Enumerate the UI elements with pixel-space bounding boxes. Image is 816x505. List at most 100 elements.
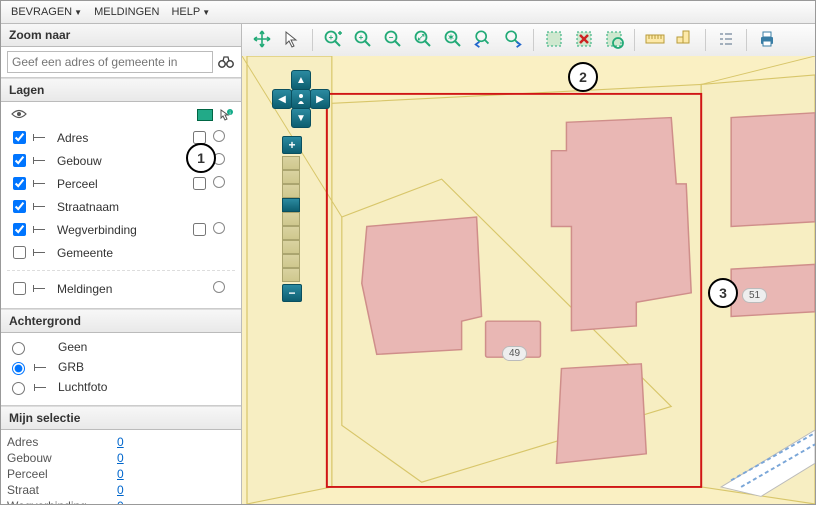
address-label: 51: [742, 288, 767, 303]
zoom-in-plus-button[interactable]: +: [319, 26, 347, 54]
select-add-icon: [604, 29, 624, 52]
layer-label: Straatnaam: [55, 195, 187, 218]
selection-row: Perceel0: [7, 466, 235, 482]
pan-up-button[interactable]: ▲: [291, 70, 311, 90]
layer-label: Wegverbinding: [55, 218, 187, 241]
layer-label: Adres: [55, 126, 187, 149]
layer-row-meldingen: Meldingen: [7, 277, 235, 300]
selection-label: Wegverbinding: [7, 499, 117, 505]
select-remove-button[interactable]: [570, 26, 598, 54]
layer-type-icon: [33, 178, 47, 188]
bg-label: Geen: [58, 340, 87, 354]
zoom-fit-button[interactable]: ⤢: [409, 26, 437, 54]
pointer-button[interactable]: [278, 26, 306, 54]
zoom-step[interactable]: [282, 212, 300, 226]
selection-row: Adres0: [7, 434, 235, 450]
move-icon: [252, 29, 272, 52]
layer-vis-checkbox[interactable]: [13, 177, 26, 190]
measure-area-button[interactable]: [671, 26, 699, 54]
layer-vis-checkbox[interactable]: [13, 154, 26, 167]
legend-icon: [717, 30, 735, 51]
menu-help[interactable]: HELP▼: [167, 4, 214, 20]
selection-count-link[interactable]: 0: [117, 435, 124, 449]
layer-vis-checkbox[interactable]: [13, 200, 26, 213]
selection-count-link[interactable]: 0: [117, 451, 124, 465]
zoom-out-icon: −: [383, 29, 403, 52]
map-toolbar: ++−⤢✶: [242, 24, 815, 57]
zoom-step[interactable]: [282, 226, 300, 240]
pan-right-button[interactable]: ▶: [310, 89, 330, 109]
selection-label: Adres: [7, 435, 117, 449]
pan-center-button[interactable]: [291, 89, 311, 109]
layer-label: Gemeente: [55, 241, 187, 264]
layer-label: Meldingen: [55, 277, 187, 300]
select-rect-icon: [544, 29, 564, 52]
zoom-out-button[interactable]: −: [282, 284, 302, 302]
svg-text:+: +: [329, 33, 334, 42]
selection-count-link[interactable]: 0: [117, 483, 124, 497]
layer-info-radio[interactable]: [213, 176, 225, 188]
selection-count-link[interactable]: 0: [117, 467, 124, 481]
menu-meldingen[interactable]: MELDINGEN: [90, 4, 163, 20]
menu-bevragen[interactable]: BEVRAGEN▼: [7, 4, 86, 20]
zoom-step[interactable]: [282, 254, 300, 268]
selection-count-link[interactable]: 0: [117, 499, 124, 505]
svg-text:✶: ✶: [448, 33, 455, 42]
layer-vis-checkbox[interactable]: [13, 131, 26, 144]
callout-2: 2: [568, 62, 598, 92]
zoom-step[interactable]: [282, 268, 300, 282]
select-add-button[interactable]: [600, 26, 628, 54]
bg-radio[interactable]: [12, 382, 25, 395]
address-label: 49: [502, 346, 527, 361]
selection-label: Perceel: [7, 467, 117, 481]
layer-type-icon: [33, 155, 47, 165]
layer-info-radio[interactable]: [213, 281, 225, 293]
bg-option[interactable]: GRB: [7, 357, 235, 377]
legend-button[interactable]: [712, 26, 740, 54]
layer-type-icon: [33, 247, 47, 257]
bg-radio[interactable]: [12, 342, 25, 355]
pan-left-button[interactable]: ◀: [272, 89, 292, 109]
zoom-step[interactable]: [282, 240, 300, 254]
layer-row: Gemeente: [7, 241, 235, 264]
print-button[interactable]: [753, 26, 781, 54]
zoom-in-button[interactable]: +: [282, 136, 302, 154]
search-input[interactable]: [7, 51, 213, 73]
layer-style-checkbox[interactable]: [193, 223, 206, 236]
layer-label: Perceel: [55, 172, 187, 195]
zoom-header: Zoom naar: [1, 24, 241, 47]
svg-text:i: i: [229, 111, 230, 117]
nav-pad: ▲ ▼ ◀ ▶: [272, 70, 328, 126]
zoom-step[interactable]: [282, 198, 300, 212]
zoom-in-icon: +: [353, 29, 373, 52]
zoom-step[interactable]: [282, 156, 300, 170]
measure-line-button[interactable]: [641, 26, 669, 54]
zoom-prev-icon: [473, 29, 493, 52]
zoom-out-button[interactable]: −: [379, 26, 407, 54]
bg-option[interactable]: Luchtfoto: [7, 377, 235, 397]
layer-info-radio[interactable]: [213, 130, 225, 142]
zoom-in-button[interactable]: +: [349, 26, 377, 54]
selection-row: Wegverbinding0: [7, 498, 235, 505]
layer-style-checkbox[interactable]: [193, 177, 206, 190]
selection-row: Straat0: [7, 482, 235, 498]
select-rect-button[interactable]: [540, 26, 568, 54]
move-button[interactable]: [248, 26, 276, 54]
layer-vis-checkbox[interactable]: [13, 223, 26, 236]
svg-text:⤢: ⤢: [417, 33, 425, 42]
bg-option[interactable]: Geen: [7, 337, 235, 357]
map-canvas[interactable]: 51 49 ▲ ▼ ◀ ▶ + − 3: [242, 56, 815, 504]
selection-row: Gebouw0: [7, 450, 235, 466]
pan-down-button[interactable]: ▼: [291, 108, 311, 128]
zoom-next-button[interactable]: [499, 26, 527, 54]
layer-info-radio[interactable]: [213, 222, 225, 234]
binoculars-icon[interactable]: [217, 53, 235, 71]
zoom-prev-button[interactable]: [469, 26, 497, 54]
layer-vis-checkbox[interactable]: [13, 246, 26, 259]
zoom-step[interactable]: [282, 170, 300, 184]
zoom-selection-button[interactable]: ✶: [439, 26, 467, 54]
layer-type-icon: [33, 201, 47, 211]
zoom-step[interactable]: [282, 184, 300, 198]
bg-radio[interactable]: [12, 362, 25, 375]
layer-vis-checkbox[interactable]: [13, 282, 26, 295]
